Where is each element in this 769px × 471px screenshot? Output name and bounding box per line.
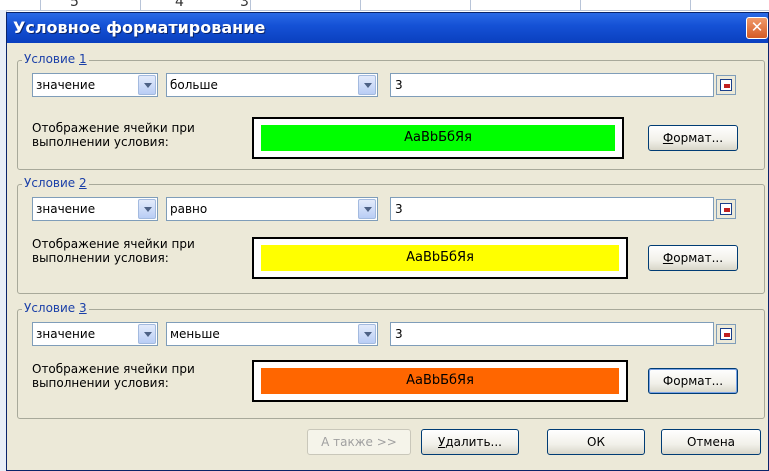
condition-legend: Условие 3: [22, 301, 89, 315]
close-icon: ✕: [750, 18, 764, 36]
operand-value: 3: [395, 327, 403, 341]
format-preview-sample: АаBbБбЯя: [261, 125, 615, 151]
condition-type-select[interactable]: значение: [32, 197, 158, 221]
range-select-icon: [720, 203, 732, 215]
operand-input[interactable]: 3: [390, 322, 714, 346]
operand-value: 3: [395, 202, 403, 216]
preview-label-line1: Отображение ячейки при: [32, 362, 195, 376]
cancel-button[interactable]: Отмена: [661, 429, 761, 455]
condition-type-select[interactable]: значение: [32, 73, 158, 97]
preview-label-line1: Отображение ячейки при: [32, 121, 195, 135]
condition-group-3: Условие 3 значение меньше 3 Отображение …: [17, 301, 765, 419]
condition-legend-text: Условие: [24, 52, 79, 66]
format-button[interactable]: Формат...: [648, 125, 738, 151]
condition-legend: Условие 2: [22, 176, 89, 190]
range-select-button[interactable]: [716, 199, 736, 219]
operator-value: больше: [170, 78, 218, 92]
condition-legend-number: 3: [79, 301, 87, 315]
condition-type-value: значение: [36, 202, 96, 216]
preview-label-line2: выполнении условия:: [32, 135, 169, 149]
sheet-cell-value: 4: [175, 0, 184, 10]
chevron-down-icon[interactable]: [358, 75, 376, 95]
chevron-down-icon[interactable]: [358, 199, 376, 219]
operator-value: равно: [170, 202, 208, 216]
preview-label-line2: выполнении условия:: [32, 251, 169, 265]
operator-value: меньше: [170, 327, 220, 341]
range-select-button[interactable]: [716, 75, 736, 95]
sheet-gridline: [360, 0, 361, 10]
delete-button[interactable]: Удалить...: [421, 429, 519, 455]
condition-legend-number: 1: [79, 52, 87, 66]
range-select-button[interactable]: [716, 324, 736, 344]
format-button-label: ормат...: [673, 131, 724, 145]
operand-input[interactable]: 3: [390, 197, 714, 221]
sheet-cell-value: 3: [240, 0, 249, 10]
ok-button[interactable]: ОК: [547, 429, 645, 455]
operand-value: 3: [395, 78, 403, 92]
condition-legend-text: Условие: [24, 176, 79, 190]
format-button-label: Формат...: [662, 374, 724, 388]
preview-label-line2: выполнении условия:: [32, 376, 169, 390]
chevron-down-icon[interactable]: [138, 75, 156, 95]
sheet-gridline: [470, 0, 471, 10]
preview-label-line1: Отображение ячейки при: [32, 237, 195, 251]
format-preview: АаBbБбЯя: [252, 360, 628, 402]
sheet-gridline: [690, 0, 691, 10]
sheet-gridline: [40, 0, 41, 10]
operator-select[interactable]: равно: [166, 197, 378, 221]
format-preview: АаBbБбЯя: [252, 117, 624, 159]
chevron-down-icon[interactable]: [138, 199, 156, 219]
format-preview-sample: АаBbБбЯя: [261, 245, 619, 271]
delete-button-label: далить...: [445, 435, 502, 449]
condition-group-1: Условие 1 значение больше 3 Отображение …: [17, 52, 765, 170]
operator-select[interactable]: больше: [166, 73, 378, 97]
dialog-title: Условное форматирование: [13, 18, 266, 37]
condition-type-value: значение: [36, 327, 96, 341]
close-button[interactable]: ✕: [746, 17, 768, 39]
format-preview: АаBbБбЯя: [252, 237, 628, 279]
condition-legend-number: 2: [79, 176, 87, 190]
sheet-row: [0, 0, 769, 11]
chevron-down-icon[interactable]: [358, 324, 376, 344]
range-select-icon: [720, 79, 732, 91]
format-button[interactable]: Формат...: [648, 368, 738, 394]
range-select-icon: [720, 328, 732, 340]
format-button-accel: Ф: [662, 131, 674, 145]
sheet-cell-value: 5: [70, 0, 79, 10]
condition-legend: Условие 1: [22, 52, 89, 66]
condition-type-select[interactable]: значение: [32, 322, 158, 346]
condition-group-2: Условие 2 значение равно 3 Отображение я…: [17, 176, 765, 294]
format-button-label: ормат...: [673, 251, 724, 265]
format-button[interactable]: Формат...: [648, 245, 738, 271]
dialog-titlebar[interactable]: Условное форматирование ✕: [7, 13, 768, 43]
operator-select[interactable]: меньше: [166, 322, 378, 346]
conditional-formatting-dialog: Условное форматирование ✕ Условие 1 знач…: [6, 12, 769, 471]
sheet-gridline: [580, 0, 581, 10]
condition-type-value: значение: [36, 78, 96, 92]
sheet-gridline: [140, 0, 141, 10]
condition-legend-text: Условие: [24, 301, 79, 315]
chevron-down-icon[interactable]: [138, 324, 156, 344]
sheet-gridline: [250, 0, 251, 10]
format-preview-sample: АаBbБбЯя: [261, 368, 619, 394]
add-condition-button[interactable]: А также >>: [307, 429, 411, 455]
format-button-accel: Ф: [662, 251, 674, 265]
operand-input[interactable]: 3: [390, 73, 714, 97]
